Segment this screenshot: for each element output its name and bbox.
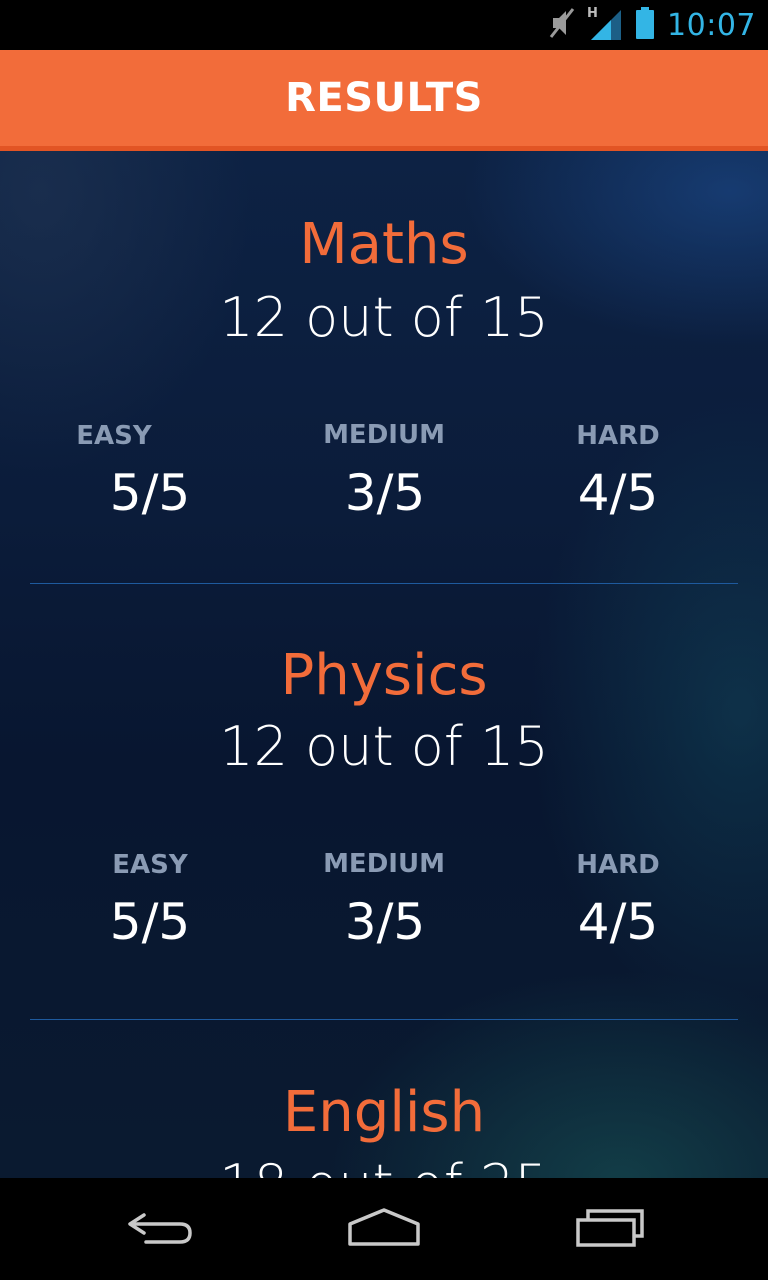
back-button[interactable] bbox=[110, 1198, 210, 1260]
recent-apps-icon bbox=[574, 1206, 646, 1253]
subject-score: 12 out of 15 bbox=[219, 715, 549, 778]
level-label-medium: MEDIUM bbox=[323, 420, 445, 450]
subject-score: 18 out of 25 bbox=[0, 1154, 768, 1179]
home-button[interactable] bbox=[334, 1198, 434, 1260]
mute-icon bbox=[549, 6, 575, 45]
page-title: RESULTS bbox=[285, 75, 483, 121]
subject-result-maths: Maths 12 out of 15 EASY 5/5 MEDIUM 3/5 H… bbox=[0, 151, 768, 585]
subject-name: English bbox=[282, 1080, 486, 1145]
battery-icon bbox=[635, 6, 655, 45]
recent-apps-button[interactable] bbox=[560, 1198, 660, 1260]
level-label-hard: HARD bbox=[576, 421, 660, 451]
app-bar: RESULTS bbox=[0, 50, 768, 151]
level-value-medium: 3/5 bbox=[344, 893, 426, 951]
level-value-easy: 5/5 bbox=[109, 464, 191, 522]
level-value-hard: 4/5 bbox=[577, 464, 659, 522]
level-value-hard: 4/5 bbox=[577, 893, 659, 951]
level-value-easy: 5/5 bbox=[109, 893, 191, 951]
status-icons: H 10:07 bbox=[549, 6, 756, 44]
back-icon bbox=[124, 1207, 196, 1252]
level-label-medium: MEDIUM bbox=[323, 849, 445, 879]
results-screen: H 10:07 RESULTS Maths 12 out of 15 EASY … bbox=[0, 0, 768, 1280]
status-bar: H 10:07 bbox=[0, 0, 768, 50]
signal-icon: H bbox=[587, 6, 623, 42]
status-clock: 10:07 bbox=[667, 7, 756, 43]
subject-name: Physics bbox=[280, 643, 488, 708]
subject-name: Maths bbox=[299, 212, 469, 277]
level-label-easy: EASY bbox=[112, 850, 188, 880]
subject-result-english: English 18 out of 25 bbox=[0, 1020, 768, 1179]
level-label-easy: EASY bbox=[76, 421, 152, 451]
level-label-hard: HARD bbox=[576, 850, 660, 880]
results-list[interactable]: Maths 12 out of 15 EASY 5/5 MEDIUM 3/5 H… bbox=[0, 151, 768, 1178]
subject-score: 12 out of 15 bbox=[219, 286, 549, 349]
subject-result-physics: Physics 12 out of 15 EASY 5/5 MEDIUM 3/5… bbox=[0, 584, 768, 1018]
level-value-medium: 3/5 bbox=[344, 464, 426, 522]
navigation-bar bbox=[0, 1178, 768, 1280]
home-icon bbox=[346, 1206, 422, 1253]
